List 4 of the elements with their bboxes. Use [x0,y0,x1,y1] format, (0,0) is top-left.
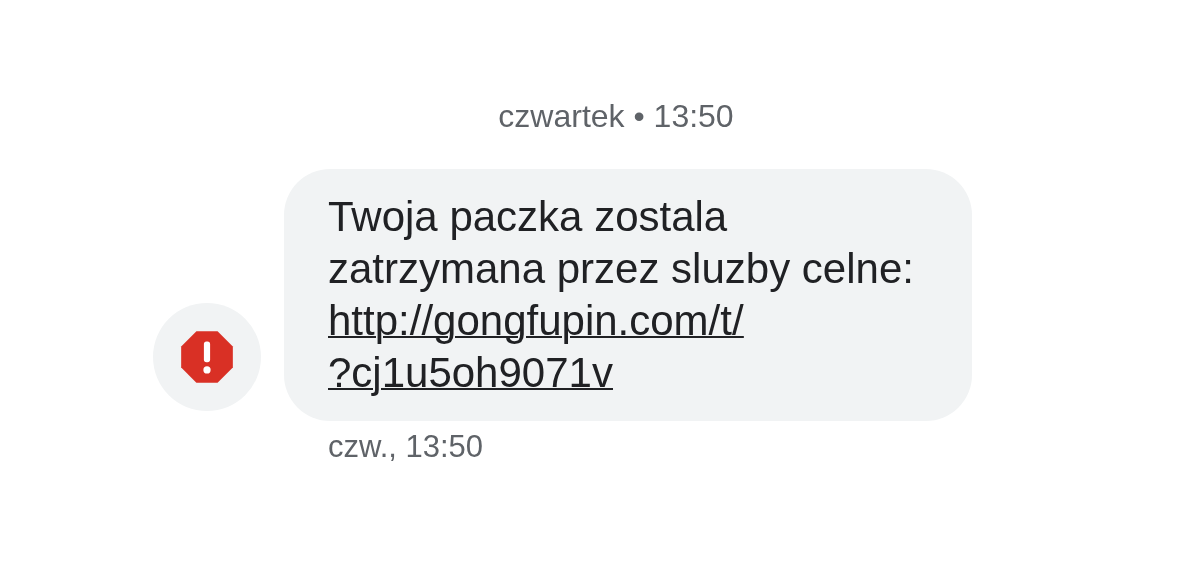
message-timestamp: czw., 13:50 [328,429,485,465]
date-header: czwartek • 13:50 [497,98,735,135]
message-text: Twoja paczka zostala zatrzymana przez sluzby celne: http://gongfupin.com/t/?cj1u5oh9071v [328,191,922,399]
link[interactable]: http://gongfupin.com/t/?cj1u5oh9071v [328,295,744,399]
